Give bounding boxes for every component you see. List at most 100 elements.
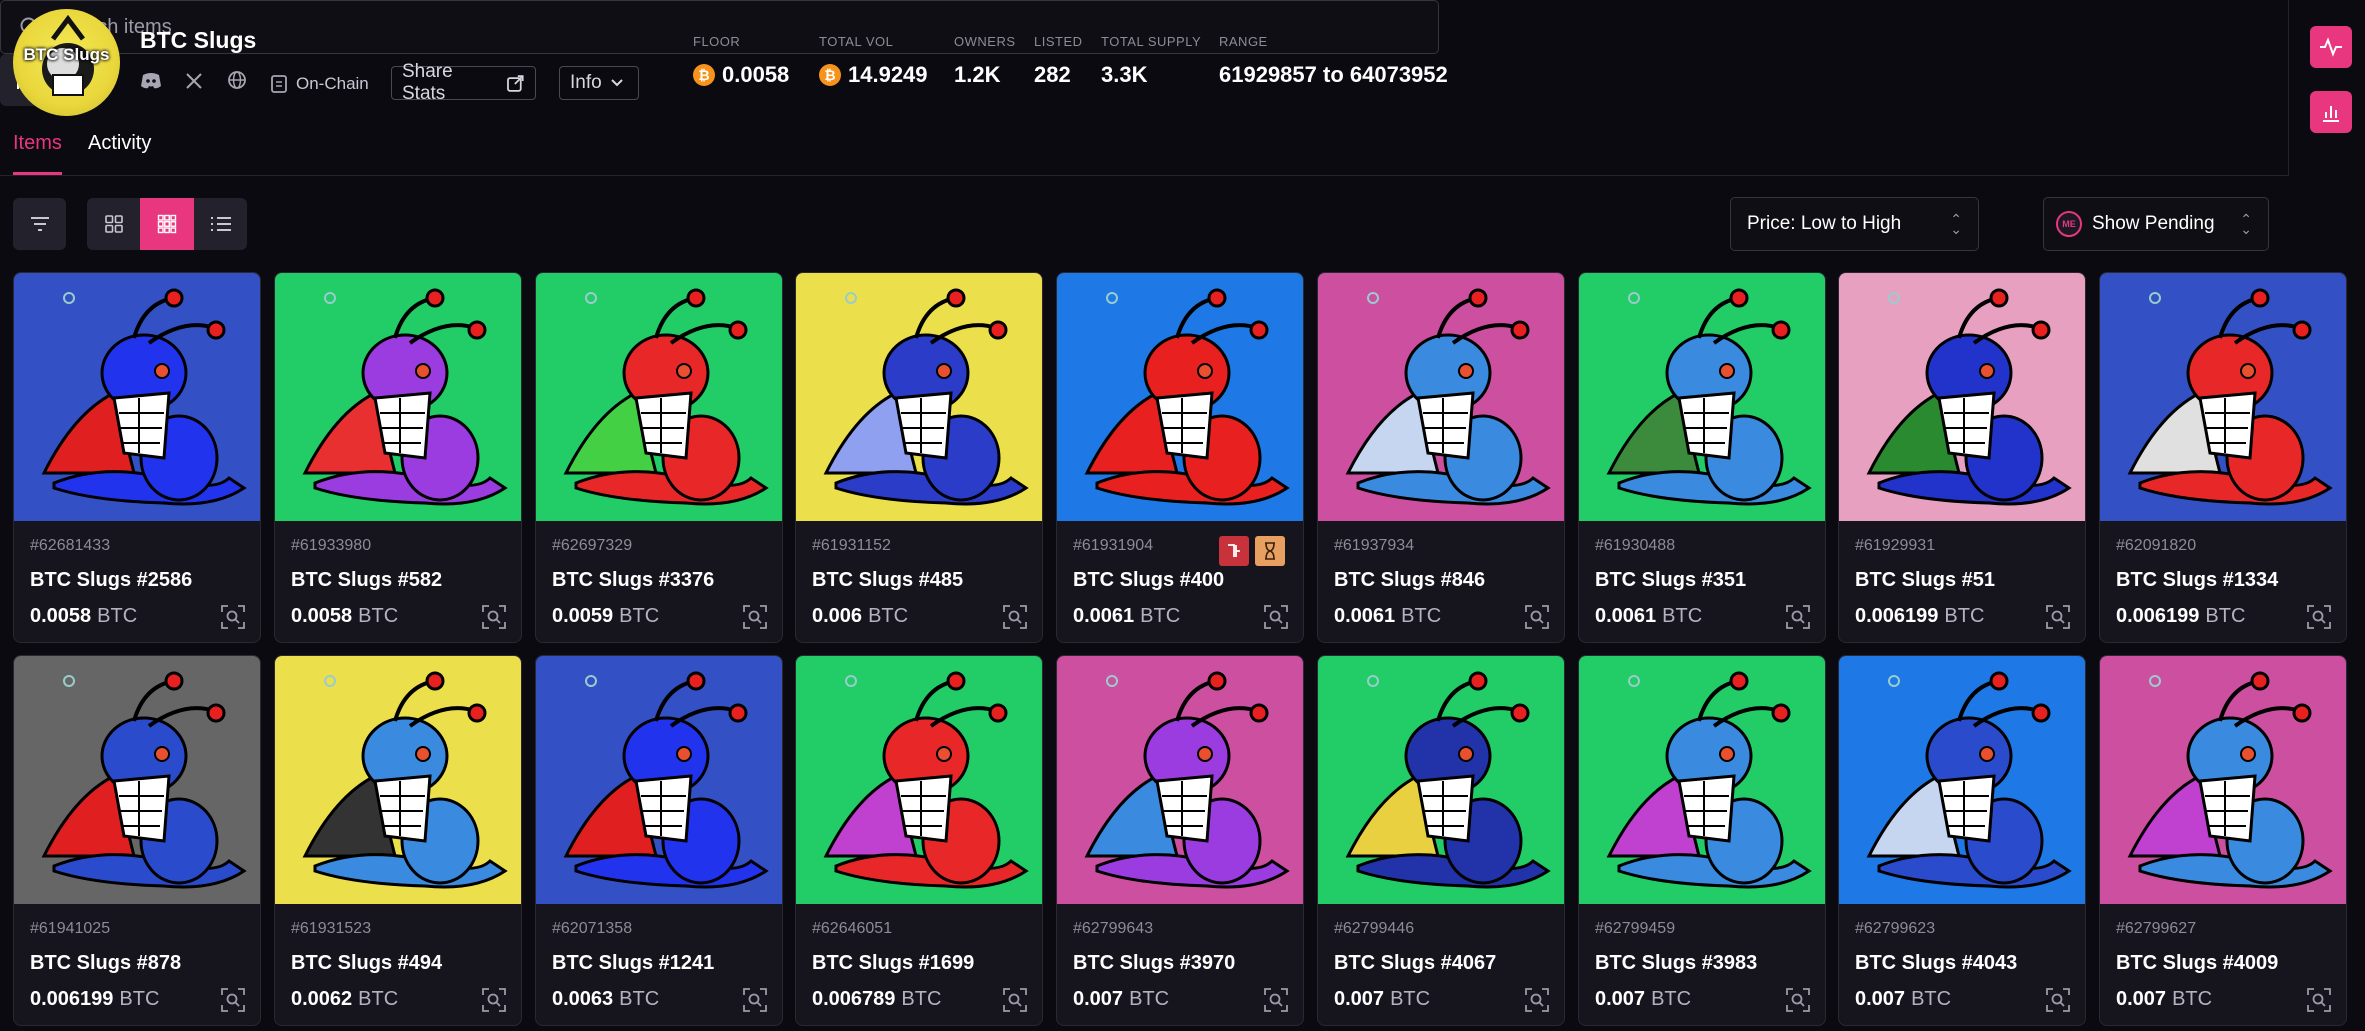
grid-small-icon	[157, 214, 177, 234]
item-card[interactable]: #61933980 BTC Slugs #582 0.0058 BTC	[274, 272, 522, 643]
item-image[interactable]	[796, 273, 1042, 521]
item-card[interactable]: #62799643 BTC Slugs #3970 0.007 BTC	[1056, 655, 1304, 1026]
item-card[interactable]: #62799623 BTC Slugs #4043 0.007 BTC	[1838, 655, 2086, 1026]
zoom-preview-icon[interactable]	[1002, 604, 1028, 630]
collection-logo: BTC Slugs	[13, 9, 120, 116]
item-image[interactable]	[14, 273, 260, 521]
item-image[interactable]	[275, 273, 521, 521]
item-card[interactable]: #62799446 BTC Slugs #4067 0.007 BTC	[1317, 655, 1565, 1026]
zoom-preview-icon[interactable]	[220, 604, 246, 630]
zoom-preview-icon[interactable]	[742, 987, 768, 1013]
item-image[interactable]	[536, 273, 782, 521]
zoom-preview-icon[interactable]	[2306, 604, 2332, 630]
item-card[interactable]: #61937934 BTC Slugs #846 0.0061 BTC	[1317, 272, 1565, 643]
price-value: 0.007	[1073, 988, 1124, 1010]
item-price: 0.006 BTC	[812, 605, 908, 628]
item-price: 0.0063 BTC	[552, 988, 659, 1011]
inscription-number: #62799446	[1334, 920, 1415, 937]
website-globe-icon[interactable]	[223, 70, 251, 98]
zoom-preview-icon[interactable]	[1785, 987, 1811, 1013]
info-dropdown-button[interactable]: Info	[559, 66, 639, 100]
item-card[interactable]: #61929931 BTC Slugs #51 0.006199 BTC	[1838, 272, 2086, 643]
zoom-preview-icon[interactable]	[481, 987, 507, 1013]
item-name: BTC Slugs #846	[1334, 569, 1486, 591]
item-name: BTC Slugs #4009	[2116, 952, 2279, 974]
tab-activity[interactable]: Activity	[88, 132, 151, 155]
slug-art	[14, 656, 260, 904]
zoom-preview-icon[interactable]	[742, 604, 768, 630]
list-icon	[210, 217, 231, 231]
stat-value: ₿ 14.9249	[819, 62, 928, 88]
item-image[interactable]	[536, 656, 782, 904]
item-image[interactable]	[2100, 656, 2346, 904]
zoom-preview-icon[interactable]	[1524, 604, 1550, 630]
rune-badge-icon	[1219, 536, 1249, 566]
item-image[interactable]	[1839, 656, 2085, 904]
tab-items[interactable]: Items	[13, 132, 62, 155]
item-card[interactable]: #61931152 BTC Slugs #485 0.006 BTC	[795, 272, 1043, 643]
discord-icon[interactable]	[137, 70, 165, 98]
item-image[interactable]	[796, 656, 1042, 904]
zoom-preview-icon[interactable]	[2306, 987, 2332, 1013]
item-card[interactable]: #62091820 BTC Slugs #1334 0.006199 BTC	[2099, 272, 2347, 643]
item-name: BTC Slugs #582	[291, 569, 443, 591]
zoom-preview-icon[interactable]	[1785, 604, 1811, 630]
inscription-number: #61941025	[30, 920, 111, 937]
zoom-preview-icon[interactable]	[220, 987, 246, 1013]
activity-chart-button[interactable]	[2310, 26, 2352, 68]
item-name: BTC Slugs #2586	[30, 569, 193, 591]
item-name: BTC Slugs #878	[30, 952, 182, 974]
item-image[interactable]	[14, 656, 260, 904]
item-card[interactable]: #61931523 BTC Slugs #494 0.0062 BTC	[274, 655, 522, 1026]
zoom-preview-icon[interactable]	[1524, 987, 1550, 1013]
inscription-number: #62799623	[1855, 920, 1936, 937]
grid-large-icon	[104, 215, 123, 233]
zoom-preview-icon[interactable]	[481, 604, 507, 630]
sort-select[interactable]: Price: Low to High ⌃ ⌄	[1730, 197, 1979, 251]
item-image[interactable]	[1579, 656, 1825, 904]
item-image[interactable]	[1318, 656, 1564, 904]
item-price: 0.0062 BTC	[291, 988, 398, 1011]
analytics-button[interactable]	[2310, 91, 2352, 133]
price-unit: BTC	[619, 988, 660, 1010]
item-card[interactable]: #62646051 BTC Slugs #1699 0.006789 BTC	[795, 655, 1043, 1026]
price-unit: BTC	[868, 605, 909, 627]
stat-label: LISTED	[1034, 34, 1083, 49]
zoom-preview-icon[interactable]	[1263, 604, 1289, 630]
slug-art	[1839, 273, 2085, 521]
compact-grid-view-button[interactable]	[140, 198, 194, 250]
pending-hourglass-icon	[1255, 536, 1285, 566]
item-card[interactable]: #62799627 BTC Slugs #4009 0.007 BTC	[2099, 655, 2347, 1026]
price-unit: BTC	[619, 605, 660, 627]
slug-art	[1057, 656, 1303, 904]
item-card[interactable]: #61930488 BTC Slugs #351 0.0061 BTC	[1578, 272, 1826, 643]
item-price: 0.0058 BTC	[291, 605, 398, 628]
item-image[interactable]	[1579, 273, 1825, 521]
item-card[interactable]: #62681433 BTC Slugs #2586 0.0058 BTC	[13, 272, 261, 643]
item-image[interactable]	[1318, 273, 1564, 521]
list-view-button[interactable]	[194, 198, 247, 250]
item-card[interactable]: #62071358 BTC Slugs #1241 0.0063 BTC	[535, 655, 783, 1026]
item-image[interactable]	[1057, 273, 1303, 521]
share-stats-button[interactable]: Share Stats	[391, 61, 536, 104]
x-twitter-icon[interactable]	[180, 70, 208, 98]
price-value: 0.0059	[552, 605, 614, 627]
large-grid-view-button[interactable]	[87, 198, 140, 250]
zoom-preview-icon[interactable]	[2045, 987, 2071, 1013]
item-image[interactable]	[1839, 273, 2085, 521]
filter-button[interactable]	[13, 198, 66, 250]
item-card[interactable]: #62697329 BTC Slugs #3376 0.0059 BTC	[535, 272, 783, 643]
item-card[interactable]: #62799459 BTC Slugs #3983 0.007 BTC	[1578, 655, 1826, 1026]
price-unit: BTC	[1651, 988, 1692, 1010]
zoom-preview-icon[interactable]	[2045, 604, 2071, 630]
item-card[interactable]: #61941025 BTC Slugs #878 0.006199 BTC	[13, 655, 261, 1026]
inscription-number: #62091820	[2116, 537, 2197, 554]
item-image[interactable]	[1057, 656, 1303, 904]
show-pending-select[interactable]: ME Show Pending ⌃ ⌄	[2043, 197, 2269, 251]
item-card[interactable]: #61931904 BTC Slugs #400 0.0061 BTC	[1056, 272, 1304, 643]
on-chain-link[interactable]: On-Chain	[270, 70, 369, 98]
item-image[interactable]	[275, 656, 521, 904]
zoom-preview-icon[interactable]	[1263, 987, 1289, 1013]
zoom-preview-icon[interactable]	[1002, 987, 1028, 1013]
item-image[interactable]	[2100, 273, 2346, 521]
